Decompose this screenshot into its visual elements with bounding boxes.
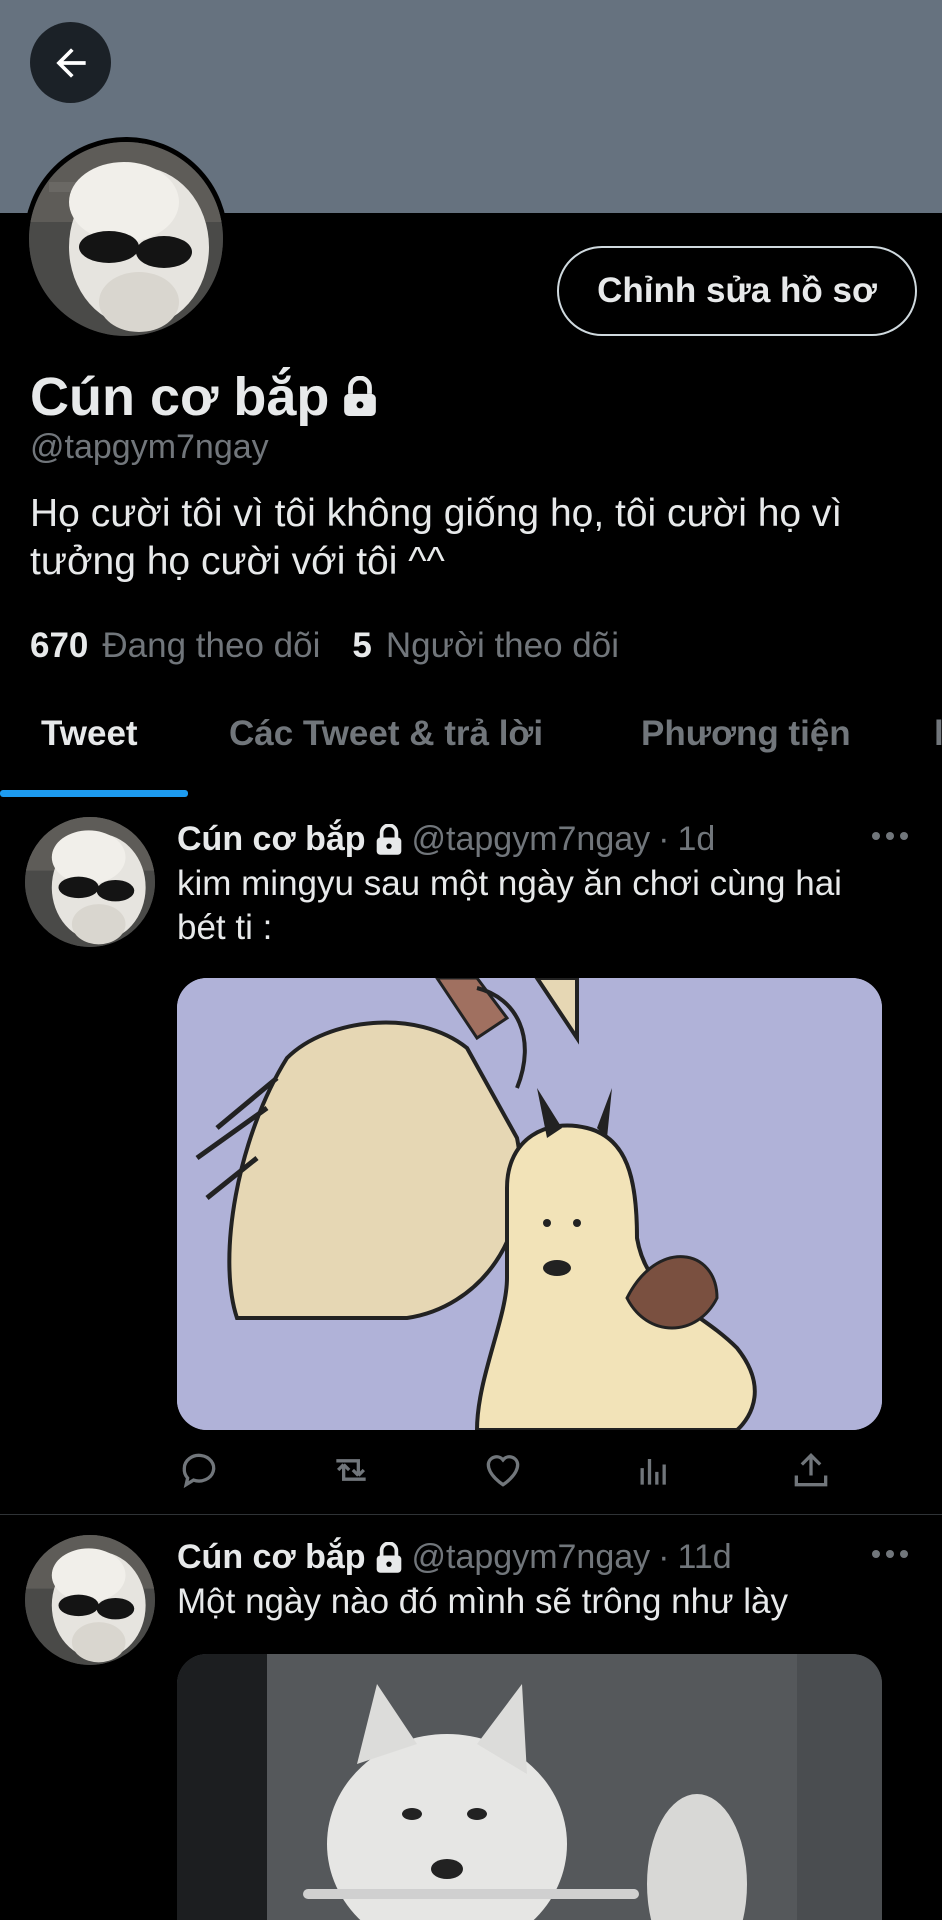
tweet-timestamp[interactable]: 11d: [678, 1538, 732, 1577]
profile-handle: @tapgym7ngay: [30, 428, 269, 466]
followers-count: 5: [352, 626, 372, 665]
tab-likes-partial[interactable]: l: [934, 714, 942, 754]
tweet-separator: ·: [658, 1538, 670, 1576]
following-stat[interactable]: 670 Đang theo dõi: [30, 626, 320, 666]
avatar-image: [25, 817, 155, 947]
tweet-divider: [0, 1514, 942, 1515]
active-tab-indicator: [0, 790, 188, 797]
like-button[interactable]: [481, 1448, 525, 1492]
tab-tweets[interactable]: Tweet: [41, 714, 138, 754]
tweet-author-handle[interactable]: @tapgym7ngay: [412, 820, 651, 859]
display-name-text: Cún cơ bắp: [30, 367, 330, 427]
tweet-avatar[interactable]: [25, 1535, 155, 1665]
lock-icon: [376, 1541, 401, 1573]
profile-avatar[interactable]: [24, 137, 228, 341]
dog-photo: [177, 1654, 882, 1920]
tweet-media-image[interactable]: [177, 978, 882, 1430]
tweet-author-name[interactable]: Cún cơ bắp: [177, 1538, 366, 1577]
reply-button[interactable]: [177, 1448, 221, 1492]
tab-tweets-and-replies[interactable]: Các Tweet & trả lời: [229, 714, 543, 754]
tweet-text: Một ngày nào đó mình sẽ trông như lày: [177, 1582, 789, 1621]
tweet-header: Cún cơ bắp @tapgym7ngay · 1d: [177, 820, 715, 859]
tweet-more-button[interactable]: [870, 1544, 910, 1574]
avatar-image: [29, 142, 223, 336]
following-label: Đang theo dõi: [102, 626, 321, 665]
retweet-icon: [336, 1459, 366, 1481]
analytics-icon: [640, 1459, 666, 1485]
tweet-more-button[interactable]: [870, 826, 910, 856]
more-horizontal-icon: [872, 1550, 908, 1558]
tweet-separator: ·: [658, 820, 670, 858]
views-button[interactable]: [633, 1448, 677, 1492]
heart-icon: [486, 1455, 520, 1487]
profile-bio: Họ cười tôi vì tôi không giống họ, tôi c…: [30, 492, 843, 583]
share-button[interactable]: [789, 1448, 833, 1492]
following-count: 670: [30, 626, 89, 665]
lock-icon: [344, 376, 377, 416]
meme-illustration: [177, 978, 882, 1430]
profile-tabs: Tweet Các Tweet & trả lời Phương tiện l: [0, 700, 942, 798]
retweet-button[interactable]: [329, 1448, 373, 1492]
home-indicator[interactable]: [303, 1889, 639, 1899]
tweet-avatar[interactable]: [25, 817, 155, 947]
tab-media[interactable]: Phương tiện: [641, 714, 851, 754]
profile-display-name: Cún cơ bắp: [30, 366, 379, 428]
profile-stats: 670 Đang theo dõi 5 Người theo dõi: [30, 626, 619, 666]
arrow-left-icon: [55, 47, 86, 78]
followers-label: Người theo dõi: [385, 626, 620, 665]
tweet-timestamp[interactable]: 1d: [678, 820, 716, 859]
followers-stat[interactable]: 5 Người theo dõi: [352, 626, 619, 666]
tweet-author-name[interactable]: Cún cơ bắp: [177, 820, 366, 859]
reply-icon: [182, 1453, 216, 1489]
share-icon: [794, 1452, 828, 1487]
tweet-media-image[interactable]: [177, 1654, 882, 1920]
tweet-actions: [177, 1448, 857, 1498]
edit-profile-button[interactable]: Chỉnh sửa hồ sơ: [557, 246, 917, 336]
back-button[interactable]: [30, 22, 111, 103]
more-horizontal-icon: [872, 832, 908, 840]
tweet-author-handle[interactable]: @tapgym7ngay: [412, 1538, 651, 1577]
tweet-text: kim mingyu sau một ngày ăn chơi cùng hai…: [177, 864, 842, 947]
avatar-image: [25, 1535, 155, 1665]
lock-icon: [376, 823, 401, 855]
tweet-header: Cún cơ bắp @tapgym7ngay · 11d: [177, 1538, 732, 1577]
